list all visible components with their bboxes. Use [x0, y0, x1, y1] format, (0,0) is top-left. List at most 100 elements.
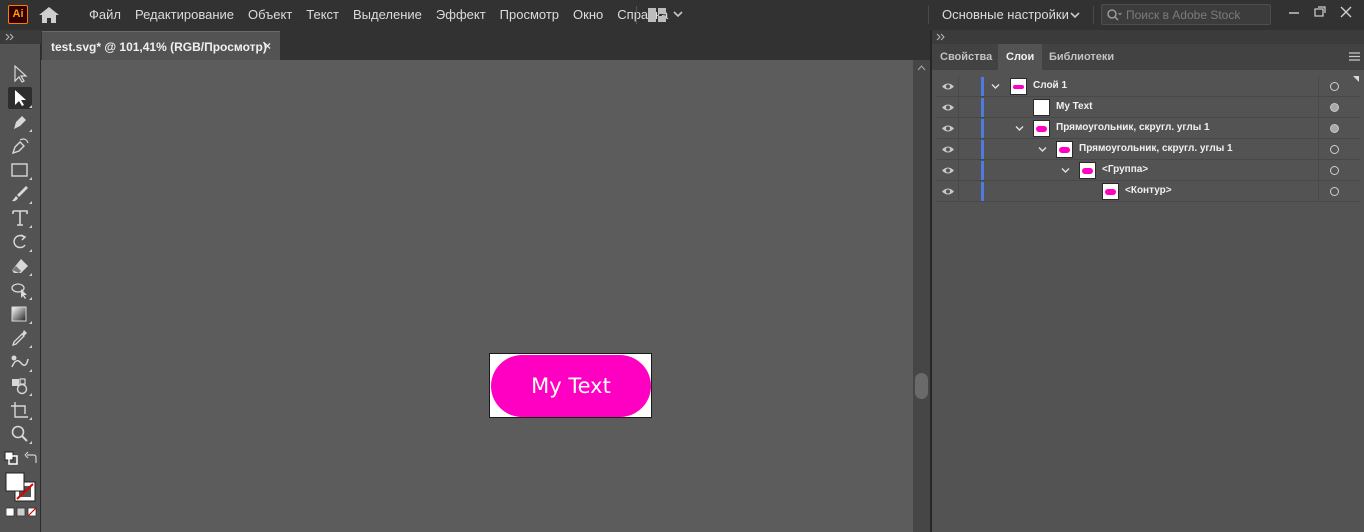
eye-icon[interactable] — [941, 166, 955, 175]
selection-tool[interactable] — [8, 63, 32, 85]
layer-name[interactable]: Прямоугольник, скругл. углы 1 — [1079, 143, 1233, 154]
target-icon[interactable] — [1330, 187, 1339, 196]
rectangle-tool[interactable] — [8, 159, 32, 181]
artboard[interactable]: My Text — [489, 353, 652, 418]
lock-toggle[interactable] — [958, 118, 959, 139]
layer-name[interactable]: <Контур> — [1125, 185, 1172, 196]
submenu-corner — [29, 297, 32, 300]
layer-color-bar — [981, 182, 984, 201]
menu-effect[interactable]: Эффект — [429, 0, 493, 30]
canvas[interactable]: My Text — [41, 60, 913, 532]
layer-name[interactable]: Прямоугольник, скругл. углы 1 — [1056, 122, 1210, 133]
menu-type[interactable]: Текст — [299, 0, 346, 30]
zoom-tool[interactable] — [8, 423, 32, 445]
pen-tool-icon — [14, 116, 26, 129]
chevron-down-icon[interactable] — [1061, 166, 1070, 175]
restore-icon[interactable] — [1310, 4, 1330, 20]
panel-menu-icon[interactable] — [1349, 52, 1360, 61]
layer-row[interactable]: Слой 1 — [937, 76, 1360, 97]
eraser-tool[interactable] — [8, 255, 32, 277]
chevron-down-icon[interactable] — [1070, 10, 1080, 20]
target-icon[interactable] — [1330, 82, 1339, 91]
chevron-down-icon[interactable] — [1038, 145, 1047, 154]
curvature-tool[interactable] — [8, 135, 32, 157]
eye-icon[interactable] — [941, 103, 955, 112]
panel-grip[interactable] — [932, 30, 1364, 44]
eye-icon[interactable] — [941, 187, 955, 196]
scrollbar-thumb[interactable] — [915, 373, 928, 399]
submenu-corner — [29, 177, 32, 180]
target-icon[interactable] — [1330, 166, 1339, 175]
lock-toggle[interactable] — [958, 139, 959, 160]
tab-properties[interactable]: Свойства — [932, 44, 1000, 70]
menu-window[interactable]: Окно — [566, 0, 610, 30]
rotate-tool-icon — [13, 234, 27, 249]
submenu-corner — [29, 441, 32, 444]
submenu-corner — [29, 105, 32, 108]
lock-toggle[interactable] — [958, 181, 959, 202]
default-fill-stroke-icon[interactable] — [4, 451, 18, 465]
rounded-rectangle[interactable]: My Text — [491, 355, 651, 417]
home-icon[interactable] — [38, 6, 60, 24]
layer-row[interactable]: My Text — [937, 97, 1360, 118]
blend-tool[interactable] — [8, 351, 32, 373]
stock-search-input[interactable] — [1126, 5, 1268, 24]
fill-stroke-swatches[interactable] — [5, 472, 39, 502]
symbol-sprayer-tool[interactable] — [8, 375, 32, 397]
close-window-icon[interactable] — [1336, 4, 1356, 20]
eye-icon[interactable] — [941, 82, 955, 91]
layer-name[interactable]: <Группа> — [1102, 164, 1148, 175]
eyedropper-tool[interactable] — [8, 327, 32, 349]
menu-edit[interactable]: Редактирование — [128, 0, 241, 30]
collapse-panel-icon[interactable] — [5, 33, 15, 41]
layer-row[interactable]: <Контур> — [937, 181, 1360, 202]
swap-fill-stroke-icon[interactable] — [24, 451, 38, 465]
eye-icon[interactable] — [941, 145, 955, 154]
chevron-down-icon[interactable] — [672, 8, 684, 20]
layer-name[interactable]: My Text — [1056, 101, 1093, 112]
menu-select[interactable]: Выделение — [346, 0, 429, 30]
lock-toggle[interactable] — [958, 97, 959, 118]
artboard-tool[interactable] — [8, 399, 32, 421]
workspace-switcher[interactable]: Основные настройки — [942, 0, 1069, 30]
pen-tool[interactable] — [8, 111, 32, 133]
tab-layers[interactable]: Слои — [998, 44, 1043, 70]
type-tool[interactable] — [8, 207, 32, 229]
menu-view[interactable]: Просмотр — [493, 0, 566, 30]
eraser-tool-icon — [12, 259, 28, 273]
eye-icon[interactable] — [941, 124, 955, 133]
chevron-down-icon[interactable] — [1015, 124, 1024, 133]
my-text-label[interactable]: My Text — [491, 355, 651, 417]
menu-object[interactable]: Объект — [241, 0, 299, 30]
layer-name[interactable]: Слой 1 — [1033, 80, 1067, 91]
stock-search-field[interactable] — [1101, 4, 1271, 25]
target-icon[interactable] — [1330, 103, 1339, 112]
shape-builder-tool-icon — [11, 283, 27, 299]
scroll-up-icon[interactable] — [917, 65, 926, 71]
document-tab[interactable]: test.svg* @ 101,41% (RGB/Просмотр) × — [42, 31, 280, 60]
direct-selection-tool[interactable] — [8, 87, 32, 109]
gradient-tool[interactable] — [8, 303, 32, 325]
paintbrush-tool[interactable] — [8, 183, 32, 205]
layer-row[interactable]: Прямоугольник, скругл. углы 1 — [937, 139, 1360, 160]
lock-toggle[interactable] — [958, 76, 959, 97]
submenu-corner — [29, 393, 32, 396]
layer-row[interactable]: <Группа> — [937, 160, 1360, 181]
lock-toggle[interactable] — [958, 160, 959, 181]
color-mode-icons[interactable] — [6, 507, 38, 517]
close-icon[interactable]: × — [264, 39, 271, 53]
vertical-scrollbar[interactable] — [913, 60, 930, 532]
target-icon[interactable] — [1330, 124, 1339, 133]
tab-libraries[interactable]: Библиотеки — [1041, 44, 1122, 70]
chevron-down-icon[interactable] — [991, 82, 1000, 91]
menu-file[interactable]: Файл — [82, 0, 128, 30]
target-icon[interactable] — [1330, 145, 1339, 154]
shape-builder-tool[interactable] — [8, 279, 32, 301]
rotate-tool[interactable] — [8, 231, 32, 253]
arrange-documents-icon[interactable] — [648, 8, 666, 22]
collapse-panel-icon[interactable] — [936, 33, 946, 41]
layer-color-bar — [981, 140, 984, 159]
layer-row[interactable]: Прямоугольник, скругл. углы 1 — [937, 118, 1360, 139]
tools-panel-grip[interactable] — [0, 30, 41, 44]
minimize-icon[interactable] — [1284, 4, 1304, 20]
